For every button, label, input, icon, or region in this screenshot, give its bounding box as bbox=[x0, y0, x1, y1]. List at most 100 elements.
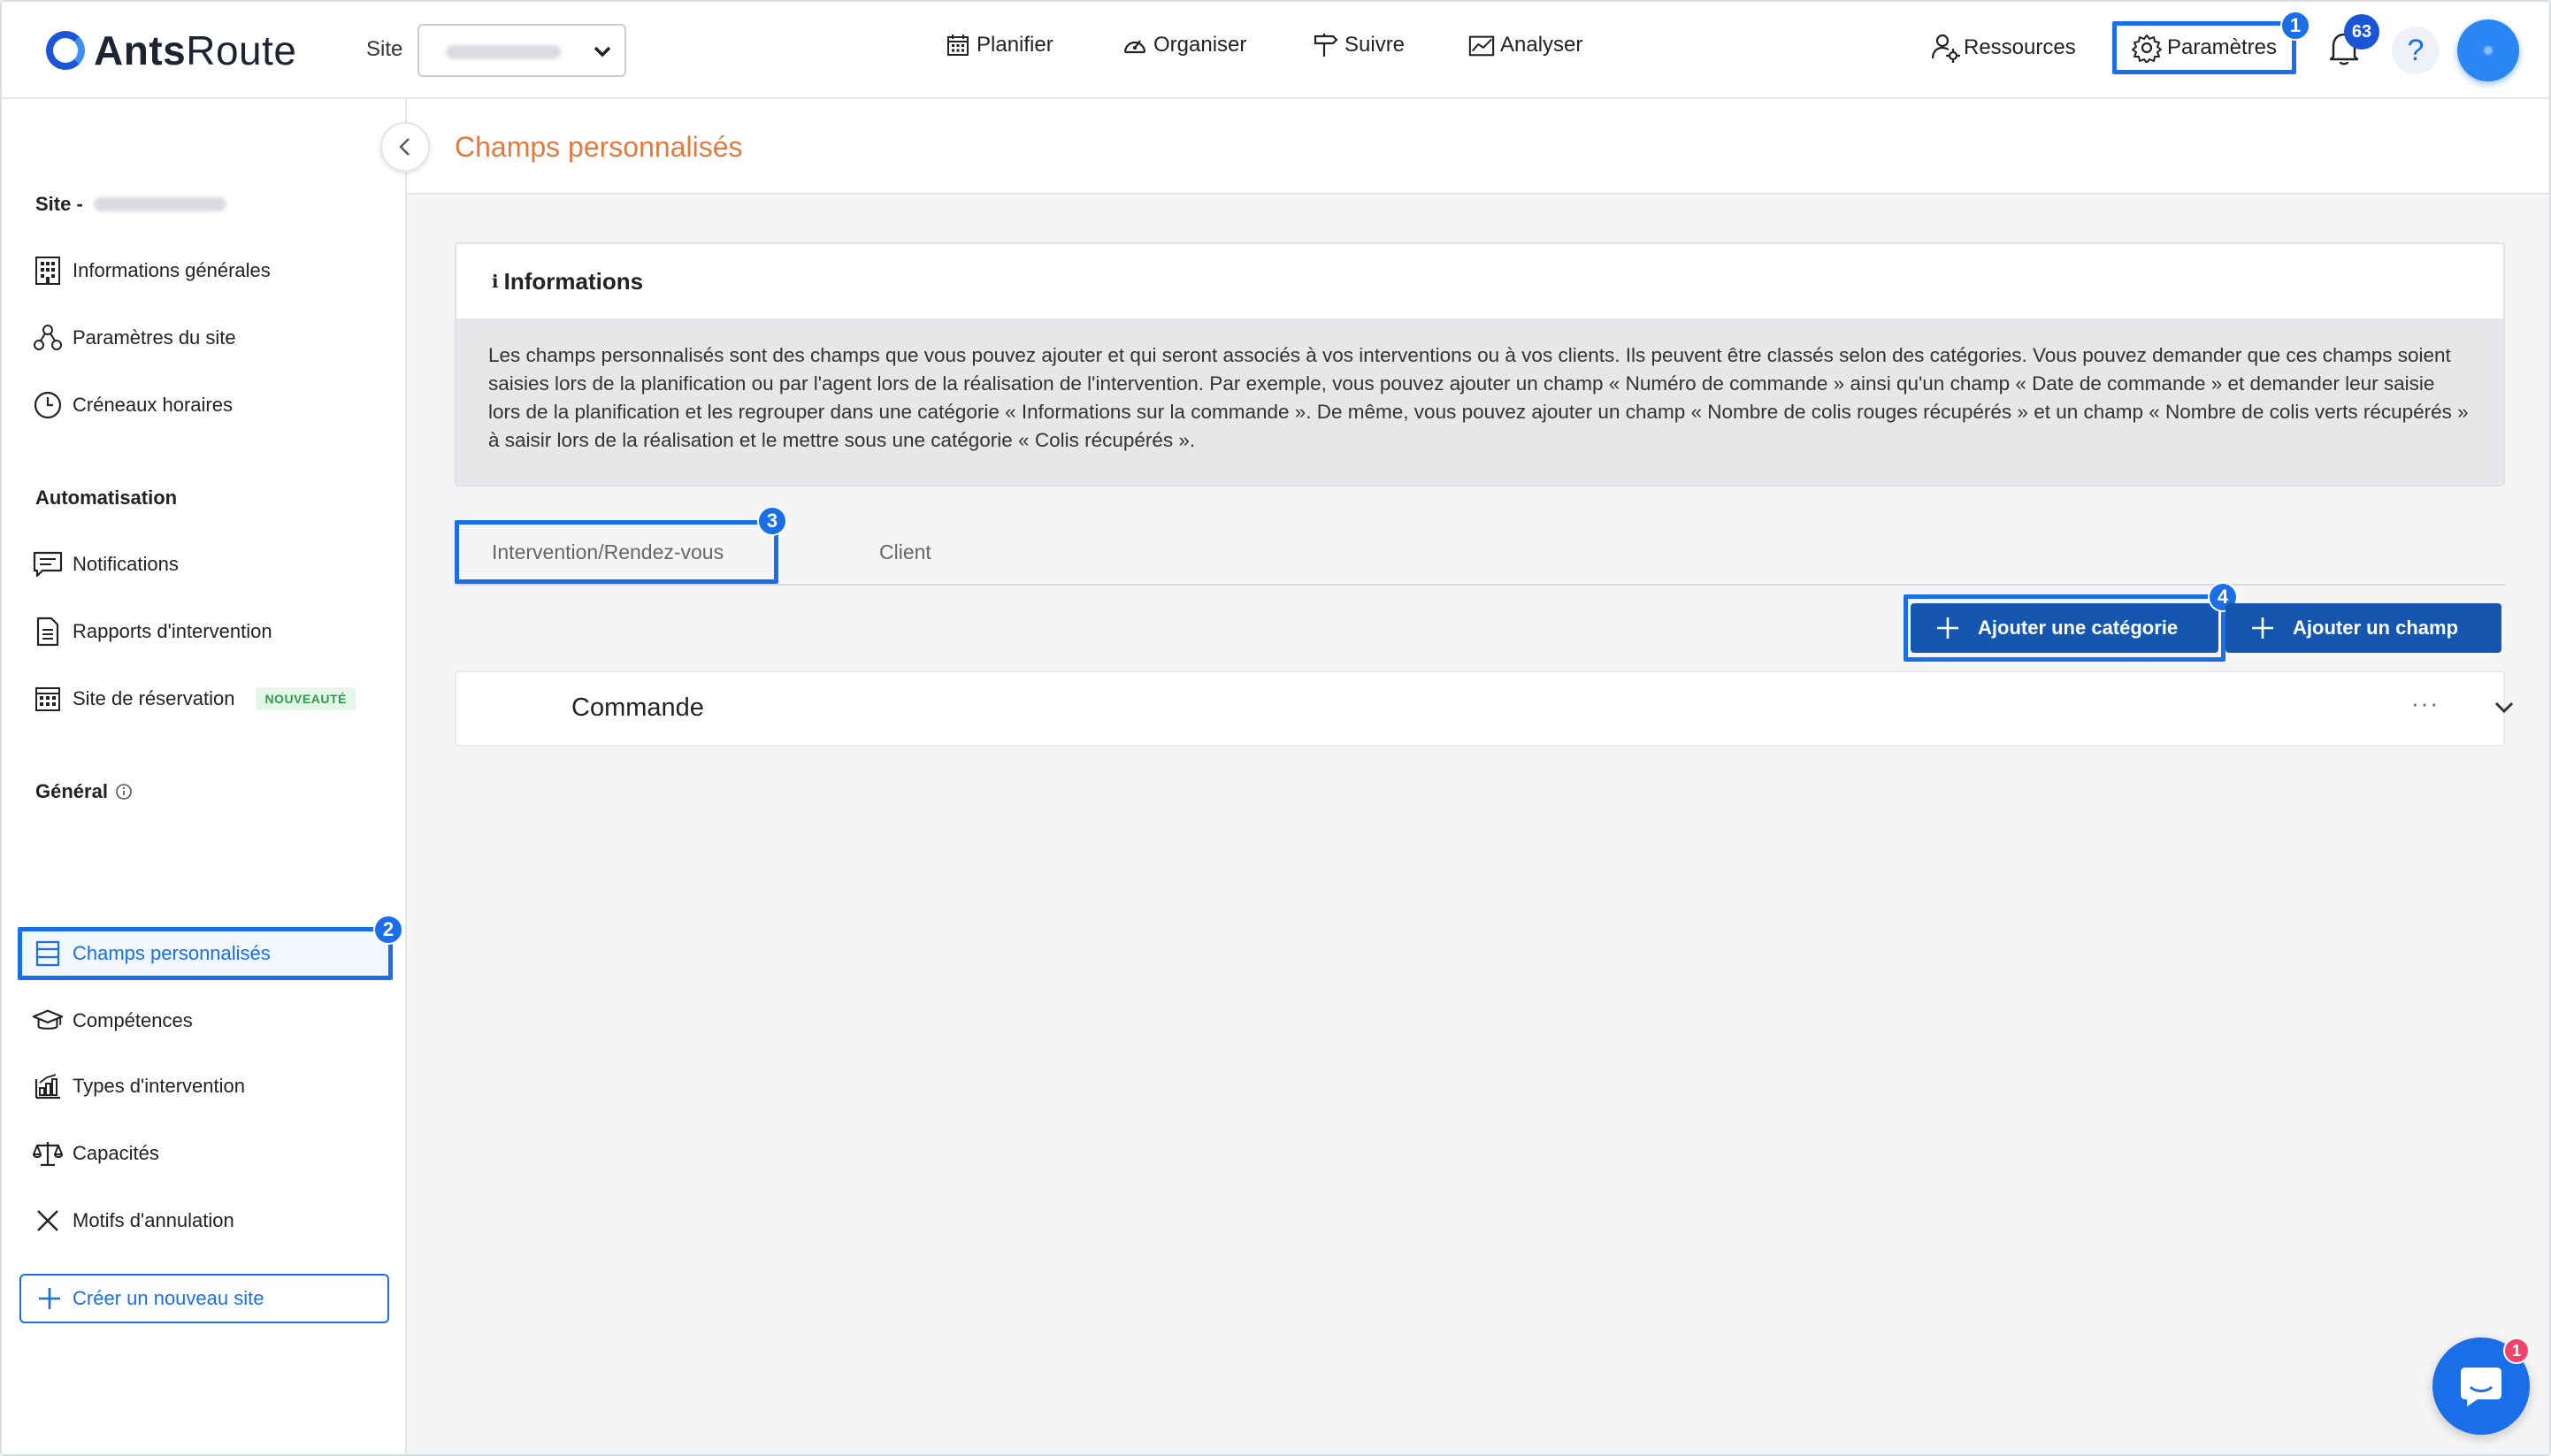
nav-analyser[interactable]: Analyser bbox=[1468, 32, 1582, 58]
add-field-button[interactable]: Ajouter un champ bbox=[2225, 603, 2501, 653]
plus-icon bbox=[1935, 616, 1960, 640]
logo-mark-icon bbox=[46, 31, 85, 70]
user-avatar[interactable] bbox=[2457, 19, 2519, 81]
plus-icon bbox=[2250, 616, 2275, 640]
sidebar-item-parametres-du-site[interactable]: Paramètres du site bbox=[32, 318, 236, 357]
sidebar-general-heading: Général bbox=[35, 780, 133, 803]
category-name: Commande bbox=[571, 694, 704, 722]
nav-planifier[interactable]: Planifier bbox=[945, 32, 1053, 58]
nav-ressources-label: Ressources bbox=[1964, 35, 2076, 59]
main-content: Champs personnalisés ℹ Informations Les … bbox=[407, 99, 2549, 1454]
nav-ressources[interactable]: Ressources bbox=[1930, 32, 2076, 64]
nav-parametres-label: Paramètres bbox=[2166, 35, 2278, 59]
chevron-down-icon bbox=[593, 38, 612, 71]
sidebar-item-label: Champs personnalisés bbox=[73, 942, 271, 964]
top-bar: AntsRoute Site Planifier Organiser Suivr… bbox=[2, 2, 2549, 99]
step-badge-1: 1 bbox=[2280, 11, 2310, 41]
sidebar-item-label: Capacités bbox=[73, 1142, 159, 1164]
sidebar-item-types-intervention[interactable]: Types d'intervention bbox=[32, 1067, 245, 1106]
sidebar-item-label: Types d'intervention bbox=[73, 1075, 245, 1097]
graduation-cap-icon bbox=[32, 1005, 64, 1037]
signpost-icon bbox=[1313, 32, 1339, 58]
chevron-down-icon[interactable] bbox=[2493, 697, 2516, 721]
message-icon bbox=[32, 548, 64, 580]
sidebar: Site - Informations générales Paramètres… bbox=[2, 99, 407, 1454]
sidebar-item-informations-generales[interactable]: Informations générales bbox=[32, 251, 271, 290]
add-category-label: Ajouter une catégorie bbox=[1978, 617, 2179, 639]
collapse-sidebar-button[interactable] bbox=[380, 122, 430, 172]
sidebar-item-label: Rapports d'intervention bbox=[73, 620, 272, 642]
logo-text: AntsRoute bbox=[94, 27, 297, 73]
user-settings-icon bbox=[1930, 32, 1962, 64]
nav-analyser-label: Analyser bbox=[1500, 33, 1583, 57]
nav-suivre[interactable]: Suivre bbox=[1313, 32, 1405, 58]
step-badge-3: 3 bbox=[757, 506, 787, 536]
antsroute-logo[interactable]: AntsRoute bbox=[46, 27, 296, 74]
create-new-site-label: Créer un nouveau site bbox=[73, 1287, 264, 1309]
more-options-icon[interactable]: ··· bbox=[2411, 690, 2440, 717]
sidebar-item-champs-personnalises[interactable]: Champs personnalisés bbox=[32, 934, 271, 973]
building-icon bbox=[32, 255, 64, 287]
info-circle-icon[interactable] bbox=[115, 783, 133, 801]
calendar-grid-icon bbox=[32, 683, 64, 715]
sidebar-item-label: Informations générales bbox=[73, 259, 271, 281]
chart-icon bbox=[1468, 32, 1495, 58]
calendar-icon bbox=[945, 32, 971, 58]
avatar-initial bbox=[2484, 46, 2493, 55]
nav-planifier-label: Planifier bbox=[977, 33, 1053, 57]
sidebar-item-label: Site de réservation bbox=[73, 687, 235, 709]
info-icon: ℹ bbox=[492, 272, 499, 292]
balance-icon bbox=[32, 1138, 64, 1169]
clock-icon bbox=[32, 389, 64, 421]
sidebar-item-label: Paramètres du site bbox=[73, 326, 236, 349]
step-badge-2: 2 bbox=[373, 915, 403, 945]
site-name-blurred bbox=[93, 197, 226, 211]
sidebar-item-site-de-reservation[interactable]: Site de réservation NOUVEAUTÉ bbox=[32, 679, 356, 718]
create-new-site-button[interactable]: Créer un nouveau site bbox=[19, 1274, 389, 1323]
fields-icon bbox=[32, 938, 64, 969]
chevron-left-icon bbox=[399, 138, 410, 156]
sidebar-item-rapports-intervention[interactable]: Rapports d'intervention bbox=[32, 612, 272, 651]
nav-organiser[interactable]: Organiser bbox=[1122, 32, 1246, 58]
sidebar-item-label: Créneaux horaires bbox=[73, 394, 233, 416]
add-category-button[interactable]: Ajouter une catégorie bbox=[1911, 603, 2218, 653]
site-select-value bbox=[446, 45, 561, 59]
page-header: Champs personnalisés bbox=[407, 99, 2549, 195]
sidebar-item-competences[interactable]: Compétences bbox=[32, 1001, 193, 1040]
chat-bubble-icon bbox=[2461, 1368, 2501, 1406]
information-card-title: Informations bbox=[503, 267, 644, 295]
add-field-label: Ajouter un champ bbox=[2293, 617, 2459, 639]
sidebar-item-label: Notifications bbox=[73, 553, 179, 575]
tab-intervention-rendez-vous[interactable]: Intervention/Rendez-vous bbox=[492, 518, 724, 586]
notification-count-badge: 63 bbox=[2344, 14, 2379, 50]
sidebar-item-label: Compétences bbox=[73, 1009, 193, 1031]
x-icon bbox=[32, 1205, 64, 1237]
sidebar-item-capacites[interactable]: Capacités bbox=[32, 1134, 159, 1173]
sidebar-site-heading: Site - bbox=[35, 193, 226, 216]
nav-organiser-label: Organiser bbox=[1153, 33, 1247, 57]
information-card-header: ℹ Informations bbox=[456, 244, 2503, 318]
category-row[interactable]: Commande ··· bbox=[455, 671, 2514, 747]
sidebar-item-creneaux-horaires[interactable]: Créneaux horaires bbox=[32, 386, 233, 425]
types-icon bbox=[32, 1070, 64, 1102]
sidebar-item-notifications[interactable]: Notifications bbox=[32, 545, 179, 584]
nav-parametres[interactable]: Paramètres bbox=[2112, 21, 2296, 74]
speedometer-icon bbox=[1122, 32, 1148, 58]
help-button[interactable]: ? bbox=[2392, 27, 2440, 74]
chat-unread-badge: 1 bbox=[2503, 1337, 2530, 1364]
information-card-body: Les champs personnalisés sont des champs… bbox=[456, 318, 2503, 485]
new-badge: NOUVEAUTÉ bbox=[256, 687, 356, 710]
site-select[interactable] bbox=[418, 24, 626, 77]
network-icon bbox=[32, 322, 64, 354]
page-title: Champs personnalisés bbox=[455, 131, 743, 163]
plus-icon bbox=[37, 1286, 62, 1311]
information-card: ℹ Informations Les champs personnalisés … bbox=[455, 242, 2505, 487]
sidebar-item-label: Motifs d'annulation bbox=[73, 1209, 234, 1231]
app-window: AntsRoute Site Planifier Organiser Suivr… bbox=[0, 0, 2551, 1456]
document-icon bbox=[32, 616, 64, 648]
gear-icon bbox=[2131, 33, 2162, 63]
site-label: Site bbox=[366, 37, 403, 61]
sidebar-automation-heading: Automatisation bbox=[35, 487, 178, 509]
sidebar-item-motifs-annulation[interactable]: Motifs d'annulation bbox=[32, 1201, 234, 1240]
tab-client[interactable]: Client bbox=[879, 518, 931, 586]
